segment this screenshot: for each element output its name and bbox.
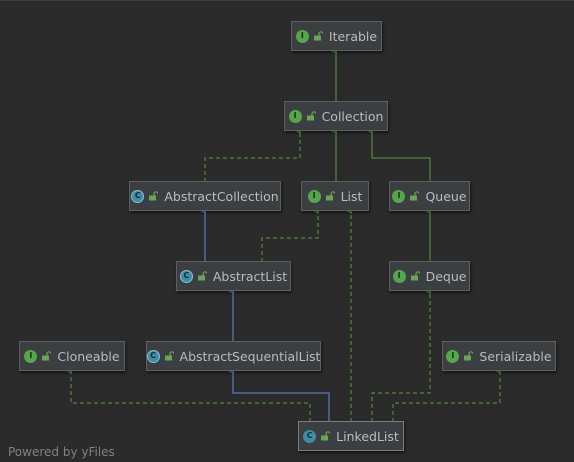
interface-icon: I	[392, 189, 406, 203]
node-abstract-collection[interactable]: C AbstractCollection	[129, 181, 281, 211]
node-label: Iterable	[328, 28, 378, 44]
node-iterable[interactable]: I Iterable	[291, 21, 382, 51]
node-label: AbstractCollection	[164, 188, 279, 204]
node-collection[interactable]: I Collection	[284, 101, 388, 131]
node-label: List	[340, 188, 363, 204]
lock-open-icon	[313, 31, 323, 41]
lock-open-icon	[410, 271, 420, 281]
interface-icon: I	[288, 109, 302, 123]
node-serializable[interactable]: I Serializable	[442, 341, 556, 371]
node-label: AbstractSequentialList	[179, 348, 321, 364]
lock-open-icon	[464, 351, 474, 361]
edges-layer	[62, 44, 501, 422]
edge-linkedlist-serializable	[392, 364, 501, 422]
class-icon: C	[303, 429, 317, 443]
node-label: Deque	[425, 268, 467, 284]
node-label: LinkedList	[336, 428, 399, 444]
edge-linkedlist-deque	[371, 284, 431, 422]
lock-open-icon	[149, 191, 159, 201]
node-abstract-list[interactable]: C AbstractList	[176, 261, 291, 291]
interface-icon: I	[392, 269, 406, 283]
interface-icon: I	[24, 349, 38, 363]
edge-abstractlist-list	[261, 204, 319, 262]
lock-open-icon	[197, 271, 207, 281]
watermark: Powered by yFiles	[8, 445, 115, 459]
lock-open-icon	[325, 191, 335, 201]
abstract-class-icon: C	[131, 189, 145, 203]
node-label: AbstractList	[212, 268, 288, 284]
lock-open-icon	[42, 351, 52, 361]
node-linked-list[interactable]: C LinkedList	[298, 421, 404, 451]
lock-open-icon	[306, 111, 316, 121]
edge-queue-collection	[363, 124, 431, 182]
node-cloneable[interactable]: I Cloneable	[19, 341, 125, 371]
node-abstract-sequential-list[interactable]: C AbstractSequentialList	[146, 341, 321, 371]
lock-open-icon	[410, 191, 420, 201]
node-deque[interactable]: I Deque	[389, 261, 470, 291]
interface-icon: I	[307, 189, 321, 203]
node-label: Collection	[321, 108, 384, 124]
lock-open-icon	[321, 431, 331, 441]
lock-open-icon	[164, 351, 174, 361]
node-list[interactable]: I List	[301, 181, 369, 211]
node-label: Queue	[425, 188, 467, 204]
edge-linkedlist-cloneable	[62, 364, 311, 422]
edge-abstractcollection-collection	[204, 124, 301, 182]
node-queue[interactable]: I Queue	[389, 181, 470, 211]
abstract-class-icon: C	[146, 349, 160, 363]
node-label: Cloneable	[57, 348, 120, 364]
abstract-class-icon: C	[179, 269, 193, 283]
interface-icon: I	[295, 29, 309, 43]
edge-linkedlist-abstractsequential	[224, 364, 330, 422]
interface-icon: I	[446, 349, 460, 363]
uml-diagram-canvas: I Iterable I Collection C AbstractCollec…	[0, 0, 574, 462]
node-label: Serializable	[479, 348, 552, 364]
